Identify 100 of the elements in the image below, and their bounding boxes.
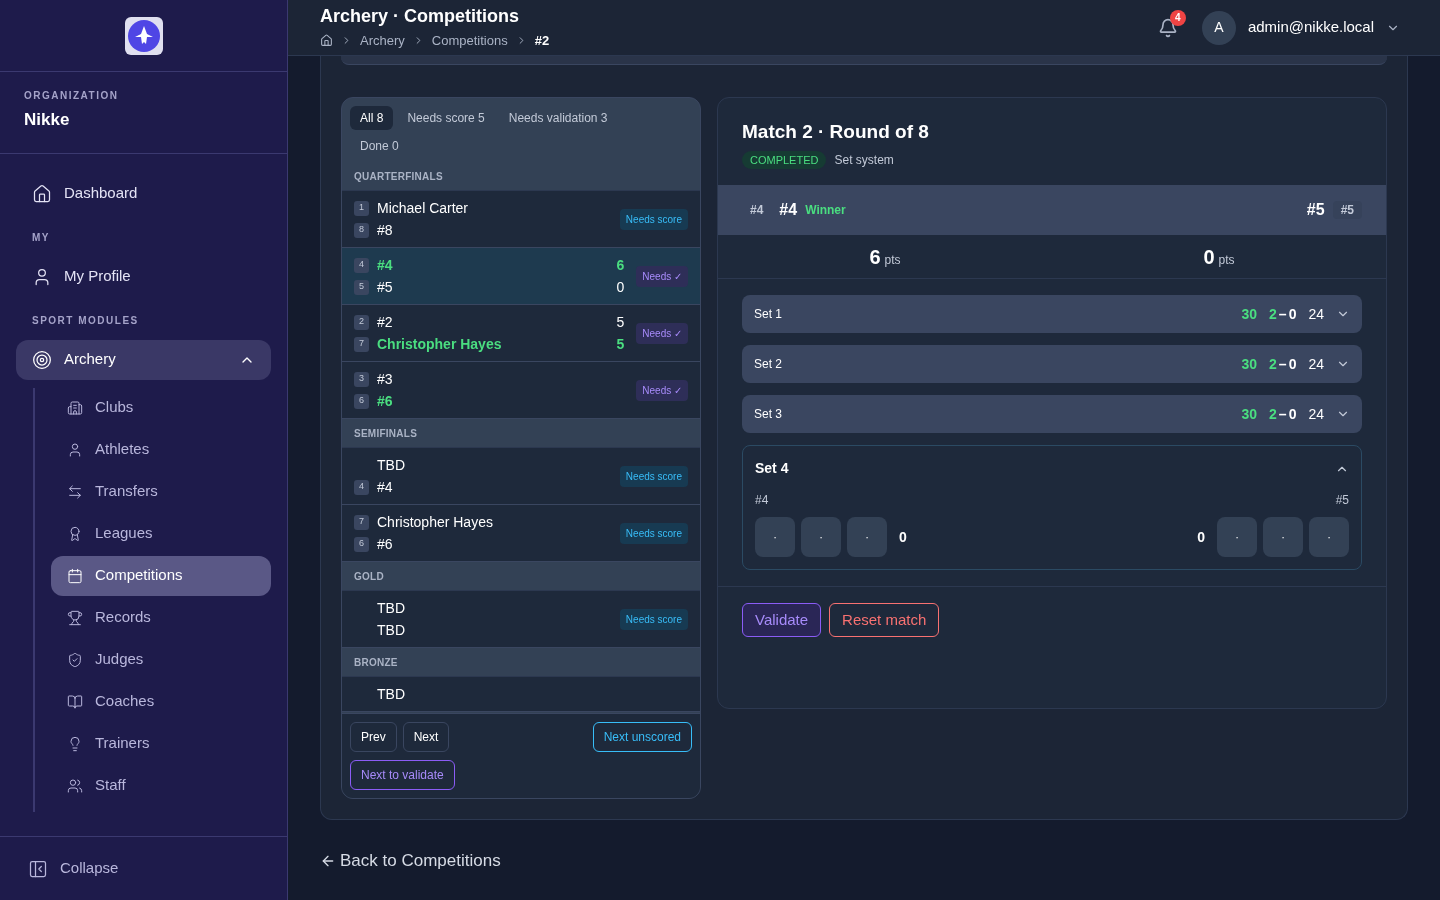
seed-badge: 1: [354, 200, 369, 216]
nav-subitem[interactable]: Transfers: [51, 471, 271, 512]
collapse-button[interactable]: Collapse: [0, 836, 287, 900]
set-points: 2: [1269, 304, 1277, 324]
shield-icon: [67, 651, 83, 668]
nav-item[interactable]: My Profile: [16, 256, 271, 297]
nav-subitem[interactable]: Clubs: [51, 387, 271, 428]
seed-badge: 2: [354, 314, 369, 330]
match-points: 0: [1203, 244, 1215, 270]
winner-tag: Winner: [805, 201, 846, 219]
arrow-score-input[interactable]: ·: [847, 517, 887, 557]
competitor-name: #5: [1306, 200, 1325, 220]
set-points: 2: [1269, 404, 1277, 424]
nav-subitem[interactable]: Judges: [51, 639, 271, 680]
player-score: 5: [616, 312, 625, 332]
match-title: Match 2 · Round of 8: [742, 120, 930, 144]
player-score: 0: [616, 277, 625, 297]
match-row[interactable]: 1 Michael Carter 8 #8 Needs score: [342, 191, 700, 248]
status-tag: Needs ✓: [636, 379, 688, 401]
match-row[interactable]: TBD 4 #4 Needs score: [342, 448, 700, 505]
status-tag: Needs score: [619, 465, 688, 487]
page-title: Archery · Competitions: [320, 4, 521, 27]
match-row[interactable]: 3 #3 6 #6 Needs ✓: [342, 362, 700, 419]
score-dash: –: [1278, 404, 1287, 424]
set-score: 24: [1308, 354, 1324, 374]
arrow-score-input[interactable]: ·: [755, 517, 795, 557]
status-tag: Needs score: [619, 608, 688, 630]
status-tag: Needs ✓: [636, 322, 688, 344]
arrow-score-input[interactable]: ·: [1309, 517, 1349, 557]
breadcrumb-link[interactable]: Competitions: [431, 31, 508, 51]
avatar[interactable]: A: [1201, 10, 1236, 45]
nav-subitem[interactable]: Records: [51, 597, 271, 638]
prev-button[interactable]: Prev: [350, 722, 397, 752]
lightbulb-icon: [67, 735, 83, 752]
nav-subitem[interactable]: Coaches: [51, 681, 271, 722]
seed-badge: #5: [1332, 201, 1362, 219]
competitor-name: #4: [779, 200, 798, 220]
back-link[interactable]: Back to Competitions: [320, 848, 501, 874]
match-row[interactable]: TBD: [342, 677, 700, 712]
arrow-score-input[interactable]: ·: [1217, 517, 1257, 557]
player-name: #4: [377, 255, 394, 275]
section-heading: MY: [31, 230, 51, 245]
user-email[interactable]: admin@nikke.local: [1247, 16, 1374, 39]
player-name: #8: [377, 220, 394, 240]
ribbon-icon: [67, 525, 83, 542]
nav-item[interactable]: Dashboard: [16, 173, 271, 214]
player-name: #6: [377, 534, 394, 554]
home-icon[interactable]: [320, 34, 333, 48]
set-score: 24: [1308, 404, 1324, 424]
score-dash: –: [1278, 304, 1287, 324]
status-tag: Needs score: [619, 208, 688, 230]
next-unscored-button[interactable]: Next unscored: [592, 722, 692, 752]
filter-tab[interactable]: All 8: [350, 106, 394, 130]
player-name: Christopher Hayes: [377, 512, 494, 532]
nav-subitem[interactable]: Competitions: [51, 555, 271, 596]
organization-name: Nikke: [24, 109, 71, 131]
reset-match-button[interactable]: Reset match: [829, 603, 940, 637]
arrows-icon: [67, 483, 83, 500]
set-points: 0: [1288, 404, 1297, 424]
nav-subitem[interactable]: Staff: [51, 765, 271, 806]
organization-label: ORGANIZATION: [24, 89, 120, 103]
nav-subitem[interactable]: Athletes: [51, 429, 271, 470]
set-label: Set 1: [754, 306, 784, 323]
seed-badge: 7: [354, 514, 369, 530]
player-name: #5: [377, 277, 394, 297]
arrow-score-input[interactable]: ·: [801, 517, 841, 557]
player-name: TBD: [377, 598, 406, 618]
filter-tab[interactable]: Needs score 5: [397, 106, 495, 130]
validate-button[interactable]: Validate: [742, 603, 822, 637]
match-row[interactable]: 2 #2 5 7 Christopher Hayes 5 Needs ✓: [342, 305, 700, 362]
nav-subitem[interactable]: Leagues: [51, 513, 271, 554]
next-to-validate-button[interactable]: Next to validate: [350, 760, 455, 790]
status-tag: Needs ✓: [636, 265, 688, 287]
user-icon: [67, 441, 83, 458]
match-row[interactable]: TBD TBD Needs score: [342, 591, 700, 648]
match-row[interactable]: 7 Christopher Hayes 6 #6 Needs score: [342, 505, 700, 562]
player-score: 6: [616, 255, 625, 275]
set-points: 2: [1269, 354, 1277, 374]
logo-icon: [124, 16, 163, 55]
arrow-score-input[interactable]: ·: [1263, 517, 1303, 557]
set-row[interactable]: Set 2 30 2–0 24: [742, 345, 1362, 383]
nav-subitem[interactable]: Trainers: [51, 723, 271, 764]
player-name: Michael Carter: [377, 198, 470, 218]
users-icon: [67, 777, 83, 794]
breadcrumb-link[interactable]: #2: [534, 31, 550, 51]
set-points: 0: [1288, 304, 1297, 324]
nav-item[interactable]: Archery: [16, 339, 271, 380]
filter-tab[interactable]: Needs validation 3: [498, 106, 618, 130]
match-row[interactable]: 4 #4 6 5 #5 0 Needs ✓: [342, 248, 700, 305]
building-icon: [67, 399, 83, 416]
set-points: 0: [1288, 354, 1297, 374]
seed-badge: 8: [354, 222, 369, 238]
set-row[interactable]: Set 1 30 2–0 24: [742, 295, 1362, 333]
collapse-icon: [28, 858, 48, 879]
next-button[interactable]: Next: [402, 722, 450, 752]
status-tag: COMPLETED: [742, 150, 827, 169]
filter-tab[interactable]: Done 0: [350, 134, 409, 158]
set-row[interactable]: Set 3 30 2–0 24: [742, 395, 1362, 433]
breadcrumb-link[interactable]: Archery: [360, 31, 405, 51]
player-name: TBD: [377, 620, 406, 640]
